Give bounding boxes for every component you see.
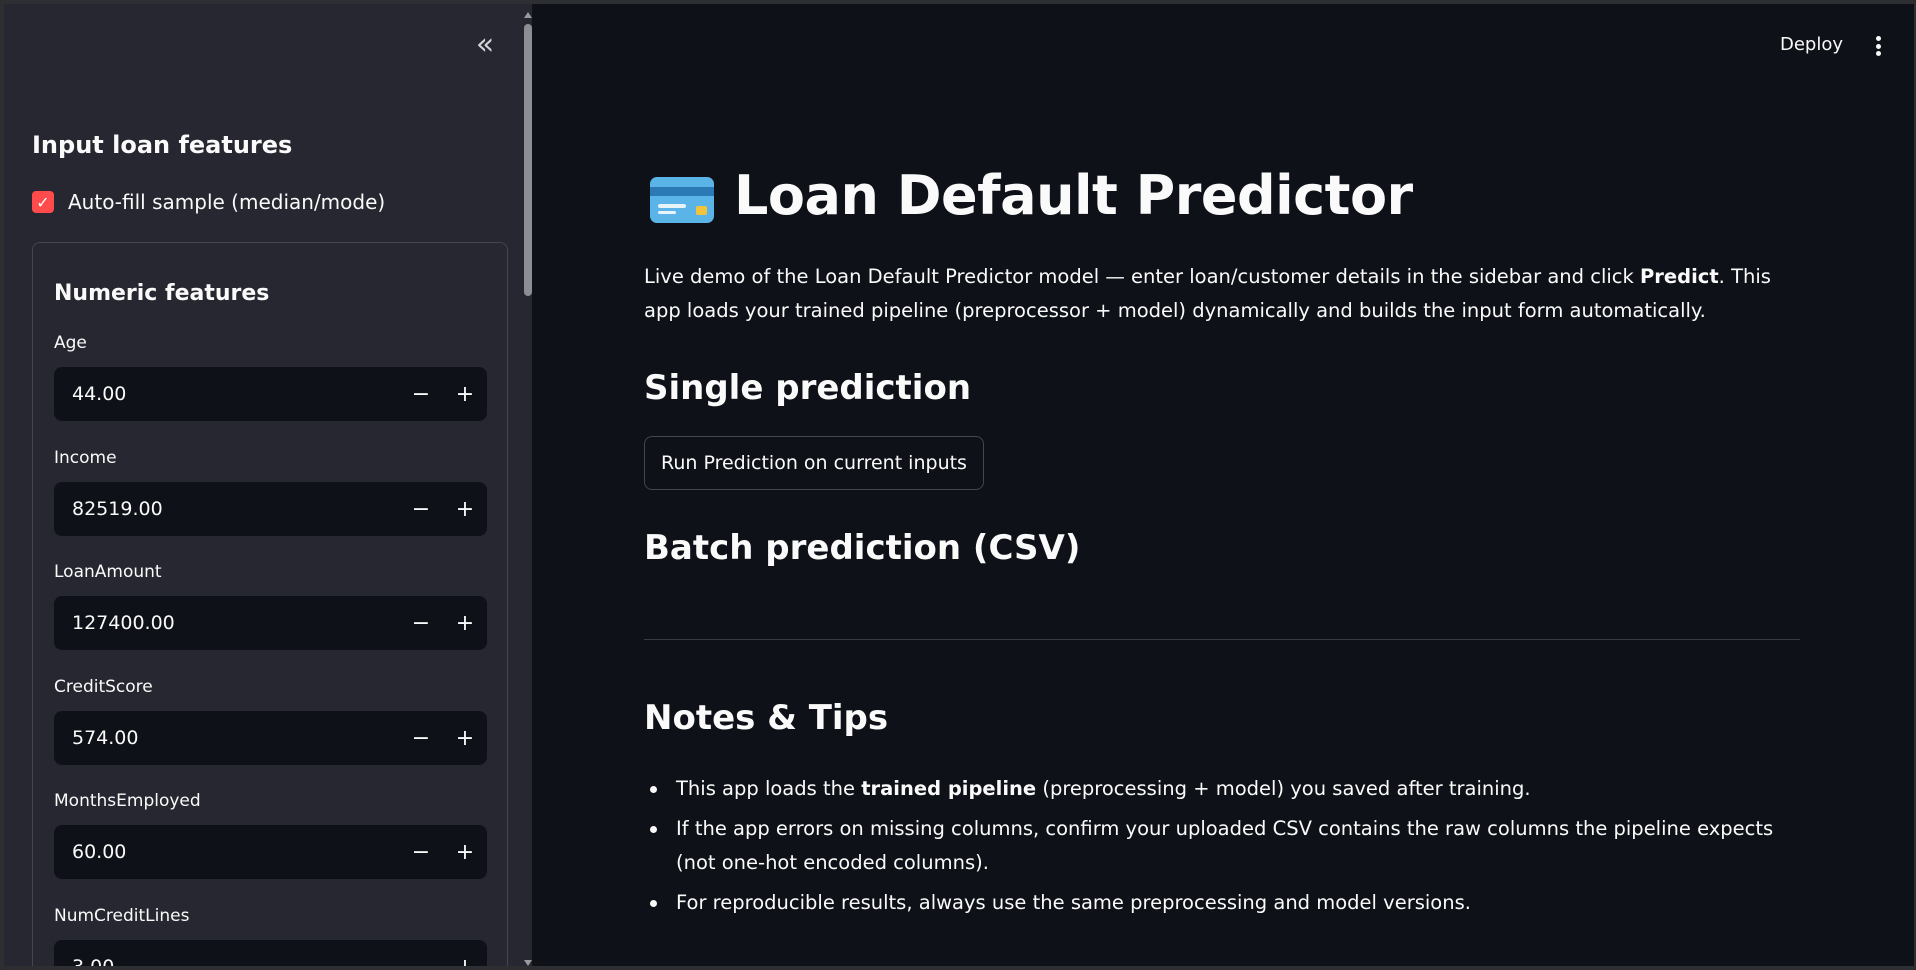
scrollbar-thumb[interactable] (524, 24, 532, 296)
increment-button[interactable]: + (443, 596, 487, 650)
list-item: For reproducible results, always use the… (644, 886, 1800, 920)
number-input-value[interactable]: 60.00 (54, 841, 399, 863)
list-item: This app loads the trained pipeline (pre… (644, 772, 1800, 806)
intro-text-part1: Live demo of the Loan Default Predictor … (644, 265, 1640, 288)
field-income: Income 82519.00 − + (54, 448, 487, 536)
numeric-features-title: Numeric features (54, 281, 270, 306)
credit-score-number-input: 574.00 − + (54, 711, 487, 765)
num-credit-lines-number-input: 3.00 − + (54, 940, 487, 967)
increment-button[interactable]: + (443, 825, 487, 879)
run-prediction-button[interactable]: Run Prediction on current inputs (644, 436, 984, 490)
sidebar: « Input loan features ✓ Auto-fill sample… (4, 4, 532, 967)
number-input-value[interactable]: 127400.00 (54, 612, 399, 634)
increment-button[interactable]: + (443, 367, 487, 421)
tips-list: This app loads the trained pipeline (pre… (644, 772, 1800, 926)
divider (644, 639, 1800, 640)
page-title: Loan Default Predictor (734, 164, 1413, 227)
list-item: If the app errors on missing columns, co… (644, 812, 1800, 880)
field-loan-amount: LoanAmount 127400.00 − + (54, 562, 487, 650)
field-months-employed: MonthsEmployed 60.00 − + (54, 791, 487, 879)
increment-button[interactable]: + (443, 940, 487, 967)
decrement-button[interactable]: − (399, 367, 443, 421)
tip-text: (preprocessing + model) you saved after … (1036, 777, 1531, 800)
field-label: NumCreditLines (54, 906, 190, 926)
loan-amount-number-input: 127400.00 − + (54, 596, 487, 650)
increment-button[interactable]: + (443, 711, 487, 765)
field-num-credit-lines: NumCreditLines 3.00 − + (54, 906, 487, 967)
field-credit-score: CreditScore 574.00 − + (54, 677, 487, 765)
field-label: CreditScore (54, 677, 153, 697)
increment-button[interactable]: + (443, 482, 487, 536)
decrement-button[interactable]: − (399, 825, 443, 879)
decrement-button[interactable]: − (399, 940, 443, 967)
sidebar-scrollbar[interactable] (522, 8, 532, 966)
chevrons-left-icon: « (475, 27, 495, 62)
kebab-menu-icon[interactable] (1868, 32, 1888, 60)
number-input-value[interactable]: 44.00 (54, 383, 399, 405)
page-title-row: Loan Default Predictor (644, 164, 1413, 227)
number-input-value[interactable]: 574.00 (54, 727, 399, 749)
app-window: « Input loan features ✓ Auto-fill sample… (0, 0, 1916, 970)
credit-card-icon (650, 176, 714, 223)
field-label: LoanAmount (54, 562, 162, 582)
months-employed-number-input: 60.00 − + (54, 825, 487, 879)
decrement-button[interactable]: − (399, 711, 443, 765)
intro-text: Live demo of the Loan Default Predictor … (644, 260, 1800, 328)
tip-text: This app loads the (676, 777, 862, 800)
scroll-up-icon[interactable] (524, 12, 532, 18)
decrement-button[interactable]: − (399, 596, 443, 650)
intro-predict-bold: Predict (1640, 265, 1719, 288)
autofill-checkbox-row[interactable]: ✓ Auto-fill sample (median/mode) (32, 190, 385, 214)
scroll-down-icon[interactable] (524, 960, 532, 966)
tip-bold: trained pipeline (861, 777, 1037, 800)
number-input-value[interactable]: 82519.00 (54, 498, 399, 520)
deploy-button[interactable]: Deploy (1780, 34, 1843, 55)
batch-prediction-heading: Batch prediction (CSV) (644, 528, 1081, 568)
numeric-features-panel: Numeric features Age 44.00 − + Income 82… (32, 242, 508, 967)
single-prediction-heading: Single prediction (644, 368, 972, 408)
field-label: MonthsEmployed (54, 791, 201, 811)
number-input-value[interactable]: 3.00 (54, 956, 399, 966)
decrement-button[interactable]: − (399, 482, 443, 536)
income-number-input: 82519.00 − + (54, 482, 487, 536)
field-label: Income (54, 448, 117, 468)
notes-tips-heading: Notes & Tips (644, 698, 889, 738)
autofill-label: Auto-fill sample (median/mode) (68, 190, 386, 214)
autofill-checkbox[interactable]: ✓ (32, 191, 54, 213)
age-number-input: 44.00 − + (54, 367, 487, 421)
check-icon: ✓ (36, 192, 50, 212)
collapse-sidebar-button[interactable]: « (470, 30, 500, 62)
field-label: Age (54, 333, 87, 353)
sidebar-title: Input loan features (32, 131, 293, 159)
main-area: Deploy Loan Default Predictor Live demo … (532, 4, 1914, 966)
field-age: Age 44.00 − + (54, 333, 487, 421)
